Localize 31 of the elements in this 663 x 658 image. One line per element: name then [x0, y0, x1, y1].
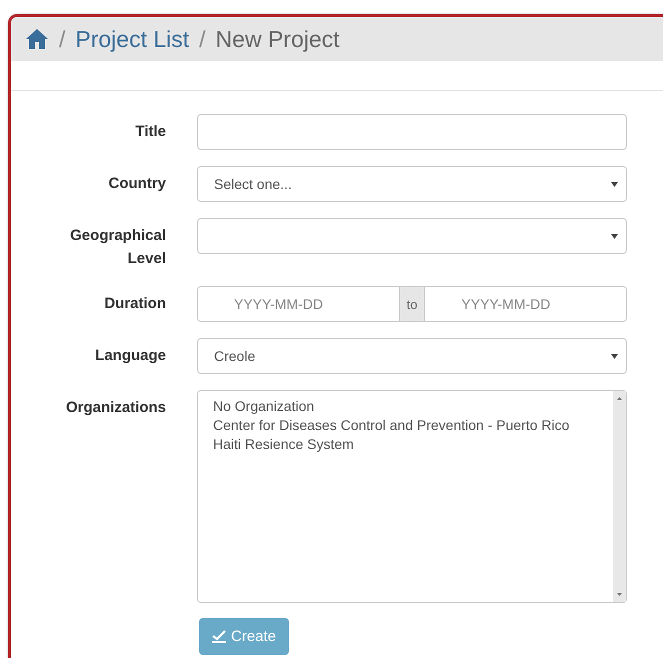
- text-input[interactable]: [197, 114, 627, 150]
- field-label: Geographical Level: [69, 226, 166, 269]
- field-label: Country: [108, 174, 166, 194]
- select-value: Creole: [214, 348, 256, 364]
- date-input[interactable]: YYYY-MM-DD: [197, 286, 400, 322]
- scrollbar[interactable]: [613, 391, 626, 602]
- caret-icon: [611, 354, 618, 358]
- select-field[interactable]: [197, 218, 627, 254]
- field-label: Duration: [103, 294, 166, 314]
- scroll-down-icon[interactable]: [617, 593, 622, 596]
- multi-select-list[interactable]: No Organization Center for Diseases Control and Prevention - Puerto Rico Haiti Resience System: [197, 390, 627, 603]
- field-label: Title: [134, 122, 166, 142]
- check-icon: [212, 630, 226, 643]
- list-option[interactable]: Center for Diseases Control and Prevention - Puerto Rico: [213, 416, 613, 435]
- home-icon[interactable]: [25, 28, 49, 50]
- breadcrumb-link[interactable]: Project List: [75, 26, 190, 52]
- field-label: Organizations: [64, 398, 166, 418]
- breadcrumb-current: New Project: [216, 26, 340, 52]
- list-option[interactable]: Haiti Resience System: [213, 435, 613, 454]
- field-label: Language: [94, 346, 166, 366]
- select-value: Select one...: [214, 176, 292, 192]
- scroll-up-icon[interactable]: [617, 397, 622, 400]
- breadcrumb-separator: /: [59, 26, 66, 52]
- select-field[interactable]: Select one...: [197, 166, 627, 202]
- date-input[interactable]: YYYY-MM-DD: [424, 286, 627, 322]
- caret-icon: [611, 182, 618, 186]
- select-field[interactable]: Creole: [197, 338, 627, 374]
- list-option[interactable]: No Organization: [213, 397, 613, 416]
- caret-icon: [611, 234, 618, 238]
- range-joiner: to: [400, 286, 424, 322]
- breadcrumb-separator: /: [199, 26, 206, 52]
